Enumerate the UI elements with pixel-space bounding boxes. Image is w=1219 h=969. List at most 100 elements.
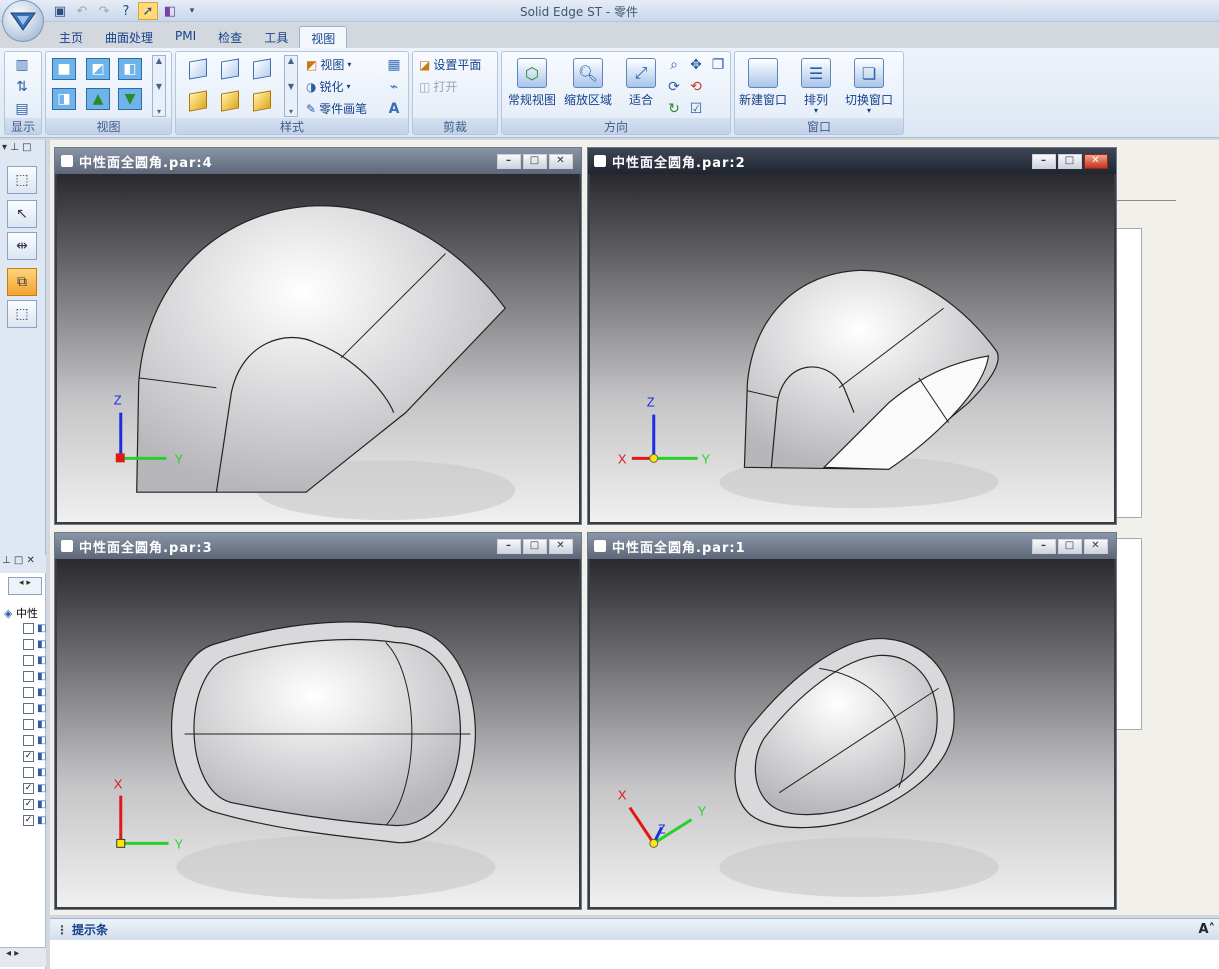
view-icon-6[interactable]: ▼ (118, 88, 142, 110)
set-plane-button[interactable]: ◪ 设置平面 (419, 56, 481, 73)
tab-home[interactable]: 主页 (48, 26, 94, 48)
sharpen-button[interactable]: ◑ 锐化 ▾ (306, 78, 351, 95)
maximize-button[interactable]: □ (1058, 539, 1082, 554)
show-options-icon[interactable]: ▤ (11, 100, 33, 118)
feature-visibility-checkbox[interactable] (23, 671, 34, 682)
feature-visibility-checkbox[interactable] (23, 623, 34, 634)
feature-visibility-checkbox[interactable]: ✓ (23, 783, 34, 794)
saved-view-icon[interactable]: ☑ (686, 100, 706, 118)
undo-icon[interactable]: ↶ (72, 2, 92, 20)
style-wire-cube-2[interactable] (218, 58, 242, 80)
box-select-tool-icon[interactable]: ⧉ (7, 268, 37, 296)
style-shaded-cube-1[interactable] (186, 90, 210, 112)
switch-window-button[interactable]: ❏ 切换窗口 ▾ (845, 58, 893, 115)
application-button[interactable] (2, 0, 44, 42)
select-arrow-icon[interactable]: ➚ (138, 2, 158, 20)
style-wire-cube-3[interactable] (250, 58, 274, 80)
pan-icon[interactable]: ✥ (686, 56, 706, 74)
rotate-icon[interactable]: ⟳ (664, 78, 684, 96)
zoom-area-button[interactable]: 🔍︎ 缩放区域 (564, 58, 612, 108)
view-icon-2[interactable]: ◩ (86, 58, 110, 80)
maximize-button[interactable]: □ (523, 154, 547, 169)
select-filter-icon[interactable]: ◧ (160, 2, 180, 20)
tab-tools[interactable]: 工具 (253, 26, 299, 48)
style-shaded-cube-3[interactable] (250, 90, 274, 112)
part-window-1[interactable]: 中性面全圆角.par:1 – □ ✕ X Z Y (587, 532, 1117, 910)
measure-tool-icon[interactable]: ⇹ (7, 232, 37, 260)
feature-visibility-checkbox[interactable] (23, 735, 34, 746)
close-button[interactable]: ✕ (549, 539, 573, 554)
minimize-button[interactable]: – (497, 539, 521, 554)
graphics-viewport[interactable]: X Y (57, 559, 579, 907)
part-window-3[interactable]: 中性面全圆角.par:3 – □ ✕ X Y (54, 532, 582, 910)
feature-visibility-checkbox[interactable] (23, 719, 34, 730)
style-wire-cube-1[interactable] (186, 58, 210, 80)
graphics-viewport[interactable]: Z Y (57, 174, 579, 522)
copy-view-icon[interactable]: ❐ (708, 56, 728, 74)
minimize-button[interactable]: – (1032, 539, 1056, 554)
window-title-bar[interactable]: 中性面全圆角.par:1 – □ ✕ (588, 533, 1116, 559)
graphics-viewport[interactable]: X Z Y (590, 559, 1114, 907)
view-icon-3[interactable]: ◧ (118, 58, 142, 80)
refresh-icon[interactable]: ↻ (664, 100, 684, 118)
pathfinder-root[interactable]: ◈ 中性 (4, 605, 38, 621)
window-title-bar[interactable]: 中性面全圆角.par:2 – □ ✕ (588, 148, 1116, 174)
show-dimensions-icon[interactable]: ⇅ (11, 78, 33, 96)
part-window-4[interactable]: 中性面全圆角.par:4 – □ ✕ Z Y (54, 147, 582, 525)
pathfinder-controls-icon[interactable]: ⊥ □ ✕ (0, 555, 46, 573)
view-style-button[interactable]: ◩ 视图 ▾ (306, 56, 351, 73)
tab-pmi[interactable]: PMI (164, 26, 207, 48)
tab-surfacing[interactable]: 曲面处理 (94, 26, 164, 48)
fit-button[interactable]: ⤢ 适合 (626, 58, 656, 108)
feature-visibility-checkbox[interactable]: ✓ (23, 815, 34, 826)
help-pointer-icon[interactable]: ? (116, 2, 136, 20)
style-gallery-scroll[interactable]: ▲ ▼ ▾ (284, 55, 298, 117)
spin-icon[interactable]: ⟲ (686, 78, 706, 96)
grip-icon[interactable]: ⋮ (56, 923, 68, 937)
font-size-button[interactable]: A˄ (1198, 922, 1215, 937)
view-icon-4[interactable]: ◨ (52, 88, 76, 110)
graphics-viewport[interactable]: Z X Y (590, 174, 1114, 522)
feature-visibility-checkbox[interactable] (23, 639, 34, 650)
maximize-button[interactable]: □ (1058, 154, 1082, 169)
feature-visibility-checkbox[interactable]: ✓ (23, 751, 34, 762)
feature-visibility-checkbox[interactable]: ✓ (23, 799, 34, 810)
panel-controls-icon[interactable]: ▾ ⊥ □ (2, 142, 32, 153)
pathfinder-tab-scroll[interactable]: ◂ ▸ (8, 577, 42, 595)
pathfinder-hscroll[interactable]: ◂ ▸ (0, 947, 46, 967)
views-gallery-scroll[interactable]: ▲ ▼ ▾ (152, 55, 166, 117)
customize-dropdown-icon[interactable]: ▾ (182, 2, 202, 20)
tab-inspect[interactable]: 检查 (207, 26, 253, 48)
part-painter-button[interactable]: ✎ 零件画笔 (306, 100, 367, 117)
view-icon-1[interactable]: ■ (52, 58, 76, 80)
tab-view[interactable]: 视图 (299, 26, 348, 48)
save-icon[interactable]: ▣ (50, 2, 70, 20)
zoom-icon[interactable]: ⌕ (664, 56, 684, 74)
lasso-select-tool-icon[interactable]: ⬚ (7, 300, 37, 328)
redo-icon[interactable]: ↷ (94, 2, 114, 20)
style-grid-icon[interactable]: ▦ (384, 56, 404, 74)
view-icon-5[interactable]: ▲ (86, 88, 110, 110)
maximize-button[interactable]: □ (523, 539, 547, 554)
select-tool-icon[interactable]: ⬚ (7, 166, 37, 194)
arrange-button[interactable]: ☰ 排列 ▾ (801, 58, 831, 115)
part-window-2[interactable]: 中性面全圆角.par:2 – □ ✕ Z X Y (587, 147, 1117, 525)
feature-visibility-checkbox[interactable] (23, 703, 34, 714)
minimize-button[interactable]: – (497, 154, 521, 169)
window-title-bar[interactable]: 中性面全圆角.par:4 – □ ✕ (55, 148, 581, 174)
close-button[interactable]: ✕ (549, 154, 573, 169)
feature-visibility-checkbox[interactable] (23, 655, 34, 666)
normal-view-button[interactable]: ⬡ 常规视图 (508, 58, 556, 108)
window-title-bar[interactable]: 中性面全圆角.par:3 – □ ✕ (55, 533, 581, 559)
close-button[interactable]: ✕ (1084, 539, 1108, 554)
close-button[interactable]: ✕ (1084, 154, 1108, 169)
minimize-button[interactable]: – (1032, 154, 1056, 169)
show-panes-icon[interactable]: ▥ (11, 56, 33, 74)
style-brush-icon[interactable]: ⌁ (384, 78, 404, 96)
feature-visibility-checkbox[interactable] (23, 767, 34, 778)
new-window-button[interactable]: 新建窗口 (739, 58, 787, 108)
style-shaded-cube-2[interactable] (218, 90, 242, 112)
open-clip-button[interactable]: ◫ 打开 (419, 78, 457, 95)
prompt-text-area[interactable] (50, 940, 1219, 969)
style-text-icon[interactable]: A (384, 100, 404, 118)
